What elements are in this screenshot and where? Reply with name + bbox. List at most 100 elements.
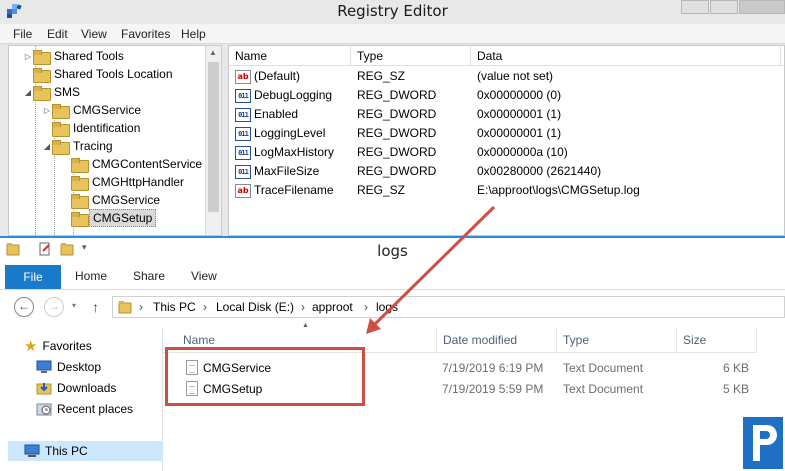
registry-value-row[interactable]: ab (Default) REG_SZ (value not set) [229,67,784,86]
tree-node-cmgservice[interactable]: ▷ CMGService [42,101,144,119]
dword-value-icon: 011 [235,145,251,160]
column-header-type[interactable]: Type [557,328,677,352]
menu-file[interactable]: File [13,27,32,41]
breadcrumb-separator-icon[interactable]: › [203,300,207,314]
value-type: REG_DWORD [357,107,437,121]
column-header-size[interactable]: Size [677,328,757,352]
registry-value-row[interactable]: 011 MaxFileSize REG_DWORD 0x00280000 (262… [229,162,784,181]
minimize-button[interactable] [681,0,709,14]
value-data: 0x00280000 (2621440) [477,164,602,178]
breadcrumb-separator-icon[interactable]: › [139,300,143,314]
tree-node-shared-tools[interactable]: ▷ Shared Tools [23,47,127,65]
column-header-type[interactable]: Type [351,46,471,66]
values-list-header: Name Type Data [229,46,784,66]
folder-icon [52,103,70,119]
dword-value-icon: 011 [235,88,251,103]
registry-editor-window: Registry Editor File Edit View Favorites… [0,0,785,236]
nav-recent-places[interactable]: Recent places [36,399,133,419]
file-date: 7/19/2019 6:19 PM [442,361,544,375]
column-header-date-modified[interactable]: Date modified [437,328,557,352]
menu-help[interactable]: Help [181,27,206,41]
tree-node-sms[interactable]: ◢ SMS [23,83,83,101]
expand-arrow-icon[interactable]: ▷ [42,106,52,115]
file-size: 5 KB [722,382,749,396]
value-data: E:\approot\logs\CMGSetup.log [477,183,640,197]
value-name: MaxFileSize [254,164,320,178]
column-header-data[interactable]: Data [471,46,781,66]
breadcrumb-logs[interactable]: logs [376,300,398,314]
tree-scrollbar[interactable]: ▲ [205,46,221,235]
value-type: REG_SZ [357,69,406,83]
close-button[interactable] [739,0,785,14]
registry-key-tree[interactable]: ▷ Shared Tools Shared Tools Location ◢ SMS… [8,45,222,236]
value-type: REG_DWORD [357,164,437,178]
registry-value-row[interactable]: 011 LoggingLevel REG_DWORD 0x00000001 (1) [229,124,784,143]
ribbon-tab-home[interactable]: Home [75,269,107,283]
ribbon-tab-view[interactable]: View [191,269,217,283]
file-date: 7/19/2019 5:59 PM [442,382,544,396]
ribbon-tab-share[interactable]: Share [133,269,165,283]
annotation-highlight-box [165,347,365,406]
file-type: Text Document [563,382,644,396]
collapse-arrow-icon[interactable]: ◢ [23,88,33,97]
back-arrow-icon[interactable]: ← [14,297,34,317]
maximize-button[interactable] [710,0,738,14]
ribbon-tab-file[interactable]: File [5,265,61,289]
file-size: 6 KB [722,361,749,375]
breadcrumb-this-pc[interactable]: This PC [153,300,196,314]
navigation-pane: ★ Favorites Desktop Downloads Recent plac… [8,328,163,471]
tree-node-cmgcontentservice[interactable]: CMGContentService [61,155,205,173]
up-arrow-icon[interactable]: ↑ [92,299,99,315]
collapse-arrow-icon[interactable]: ◢ [42,142,52,151]
scrollbar-thumb[interactable] [208,62,219,212]
tree-node-cmgsetup[interactable]: CMGSetup [61,209,157,227]
value-name: LogMaxHistory [254,145,335,159]
breadcrumb-separator-icon[interactable]: › [364,300,368,314]
registry-value-row[interactable]: ab TraceFilename REG_SZ E:\approot\logs\C… [229,181,784,200]
address-bar[interactable]: › This PC › Local Disk (E:) › approot › … [112,296,785,318]
breadcrumb-separator-icon[interactable]: › [301,300,305,314]
recent-locations-chevron-icon[interactable]: ▾ [72,301,76,310]
value-type: REG_DWORD [357,145,437,159]
folder-icon [71,193,89,209]
nav-downloads[interactable]: Downloads [36,378,116,398]
registry-values-list: Name Type Data ab (Default) REG_SZ (value… [228,45,785,236]
tree-node-cmgservice-tracing[interactable]: CMGService [61,191,163,209]
explorer-title-bar: ▾ logs [0,238,785,264]
value-name: (Default) [254,69,301,83]
registry-menu-bar: File Edit View Favorites Help [0,24,785,44]
menu-favorites[interactable]: Favorites [121,27,170,41]
registry-value-row[interactable]: 011 DebugLogging REG_DWORD 0x00000000 (0) [229,86,784,105]
value-name: LoggingLevel [254,126,326,140]
tree-node-shared-tools-location[interactable]: Shared Tools Location [23,65,176,83]
tree-node-identification[interactable]: Identification [42,119,143,137]
menu-edit[interactable]: Edit [47,27,68,41]
recent-places-icon [36,403,52,416]
nav-favorites[interactable]: ★ Favorites [24,336,92,356]
desktop-icon [36,360,52,373]
forward-arrow-icon[interactable]: → [44,297,64,317]
folder-open-icon [71,211,89,227]
breadcrumb-local-disk[interactable]: Local Disk (E:) [216,300,294,314]
menu-view[interactable]: View [81,27,107,41]
value-name: TraceFilename [254,183,334,197]
nav-this-pc[interactable]: This PC [8,441,163,461]
nav-desktop[interactable]: Desktop [36,357,101,377]
explorer-ribbon: File Home Share View [0,264,785,290]
folder-icon [33,67,51,83]
downloads-icon [36,383,52,395]
column-header-name[interactable]: Name [229,46,351,66]
folder-open-icon [52,139,70,155]
address-row: ← → ▾ ↑ › This PC › Local Disk (E:) › ap… [0,291,785,323]
folder-icon [71,157,89,173]
expand-arrow-icon[interactable]: ▷ [23,52,33,61]
registry-value-row[interactable]: 011 Enabled REG_DWORD 0x00000001 (1) [229,105,784,124]
registry-value-row[interactable]: 011 LogMaxHistory REG_DWORD 0x0000000a (1… [229,143,784,162]
tree-node-tracing[interactable]: ◢ Tracing [42,137,116,155]
file-explorer-window: ▾ logs File Home Share View ← → ▾ ↑ › Th… [0,236,785,471]
breadcrumb-approot[interactable]: approot [312,300,353,314]
tree-node-cmghttphandler[interactable]: CMGHttpHandler [61,173,187,191]
scroll-up-arrow-icon[interactable]: ▲ [209,48,217,57]
value-data: 0x00000000 (0) [477,88,562,102]
value-data: (value not set) [477,69,554,83]
